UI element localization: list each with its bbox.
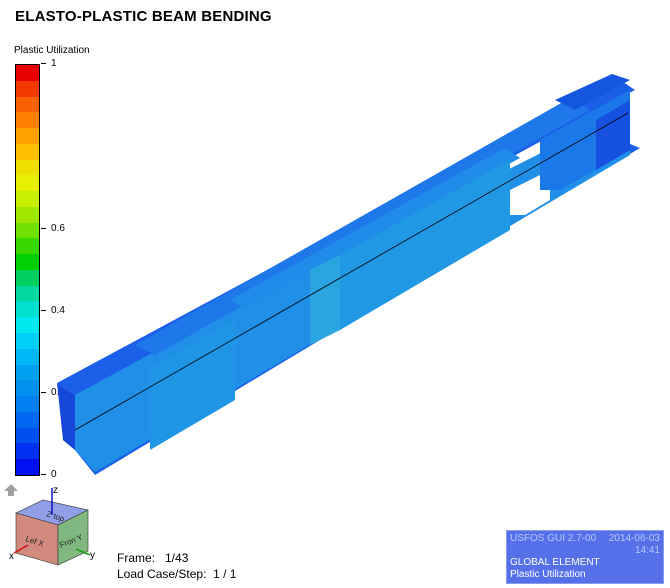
version-label: USFOS GUI 2.7-00 [510, 533, 597, 544]
info-box: USFOS GUI 2.7-00 2014-06-03 14:41 GLOBAL… [506, 530, 664, 584]
y-axis-label: y [90, 550, 95, 561]
orientation-cube[interactable]: Z top Lef X Fron Y z x y [8, 485, 103, 570]
z-axis-label: z [53, 485, 58, 496]
frame-info: Frame: 1/43 Load Case/Step: 1 / 1 [117, 550, 236, 582]
info-line-1: GLOBAL ELEMENT [510, 557, 600, 568]
web-panel-center [310, 255, 340, 345]
info-line-2: Plastic Utilization [510, 569, 586, 580]
frame-counter: Frame: 1/43 [117, 551, 189, 565]
time-label: 14:41 [634, 545, 660, 556]
date-label: 2014-06-03 [608, 533, 660, 544]
x-axis-label: x [9, 551, 14, 562]
beam-neutral-axis [74, 112, 629, 431]
loadcase-step: Load Case/Step: 1 / 1 [117, 567, 237, 581]
